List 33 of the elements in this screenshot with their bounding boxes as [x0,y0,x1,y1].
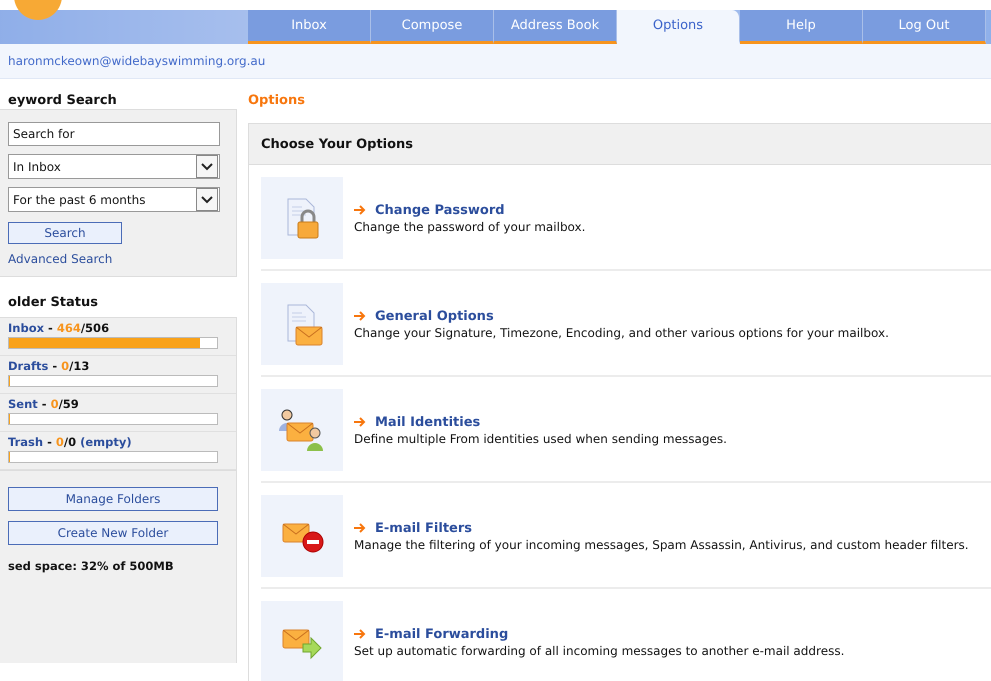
arrow-icon [354,205,366,215]
search-field[interactable]: Search for [8,122,220,146]
account-email: haronmckeown@widebayswimming.org.au [7,54,266,68]
arrow-icon [354,311,366,321]
folder-status-text: Sent - 0/59 [8,397,80,411]
section-heading: older Status [7,294,100,312]
option-link[interactable]: Mail Identities [375,414,480,430]
option-description: Change the password of your mailbox. [354,220,586,234]
folder-select[interactable]: In Inbox [8,154,220,179]
search-button[interactable]: Search [8,222,122,244]
option-link[interactable]: E-mail Filters [375,520,472,536]
folder-status-text: Inbox - 464/506 [8,321,110,335]
option-description: Manage the filtering of your incoming messages, Spam Assassin, Antivirus, and custom header filters. [354,538,970,552]
section-heading: eyword Search [7,92,118,109]
advanced-search-link[interactable]: Advanced Search [8,252,220,266]
folder-button[interactable]: Create New Folder [8,521,218,545]
used-space-text: sed space: 32% of 500MB [8,559,174,573]
nav-tab[interactable]: Options [617,10,740,44]
period-select[interactable]: For the past 6 months [8,187,220,212]
folder-status-text: Trash - 0/0 (empty) [8,435,133,449]
option-link[interactable]: General Options [375,308,494,324]
arrow-icon [354,523,366,533]
option-link[interactable]: Change Password [375,202,505,218]
folder-status-text: Drafts - 0/13 [8,359,90,373]
page-title: Options [248,93,305,108]
option-description: Change your Signature, Timezone, Encoding, and other various options for your mailbox. [354,326,890,340]
option-link[interactable]: E-mail Forwarding [375,626,508,642]
arrow-icon [354,417,366,427]
panel-heading: Choose Your Options [261,136,414,152]
option-description: Set up automatic forwarding of all incoming messages to another e-mail address. [354,644,846,658]
folder-button[interactable]: Manage Folders [8,487,218,511]
option-description: Define multiple From identities used when sending messages. [354,432,728,446]
arrow-icon [354,629,366,639]
